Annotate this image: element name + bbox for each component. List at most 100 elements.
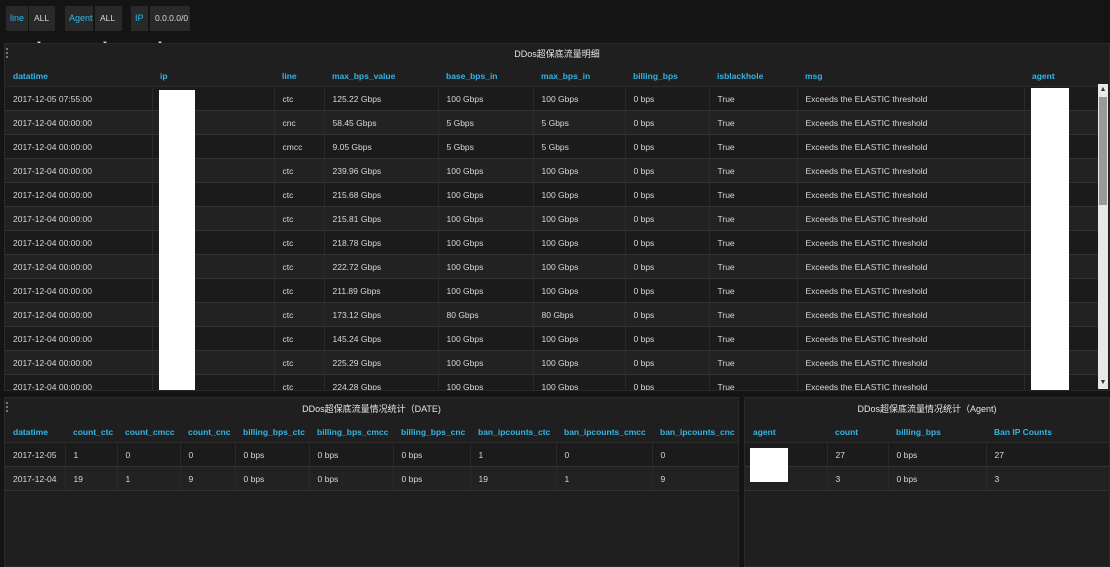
panel-stats-agent: DDos超保底流量情况统计（Agent) agent count billing_b… xyxy=(744,397,1110,567)
column-header-max-bps-value[interactable]: max_bps_value xyxy=(324,65,438,87)
column-header-agent[interactable]: agent xyxy=(745,421,827,443)
table-cell: 125.22 Gbps xyxy=(323,86,438,111)
table-cell: Exceeds the ELASTIC threshold xyxy=(796,374,1024,390)
table-cell: Exceeds the ELASTIC threshold xyxy=(796,110,1024,135)
variable-select-agent[interactable]: ALL▼ xyxy=(95,6,122,47)
table-cell: 145.24 Gbps xyxy=(323,326,438,351)
table-cell: 9 xyxy=(651,466,738,491)
variables-bar: line ALL▼ Agent ALL▼ IP 0.0.0.0/0▼ xyxy=(0,0,1110,47)
column-header-max-bps-in[interactable]: max_bps_in xyxy=(533,65,625,87)
table-cell: 0 bps xyxy=(624,206,709,231)
table-cell: ctc xyxy=(273,182,324,207)
column-header-count-cmcc[interactable]: count_cmcc xyxy=(117,421,180,443)
column-header-billing-bps-cnc[interactable]: billing_bps_cnc xyxy=(393,421,470,443)
table-cell: Exceeds the ELASTIC threshold xyxy=(796,206,1024,231)
table-cell: 2017-12-04 00:00:00 xyxy=(5,110,152,135)
column-header-billing-bps[interactable]: billing_bps xyxy=(888,421,986,443)
column-header-base-bps-in[interactable]: base_bps_in xyxy=(438,65,533,87)
table-cell: ctc xyxy=(273,374,324,390)
table-cell: 100 Gbps xyxy=(437,350,533,375)
table-header-row: datatime ip line max_bps_value base_bps_in ma… xyxy=(5,65,1099,87)
column-header-agent[interactable]: agent xyxy=(1024,65,1099,87)
column-header-ip[interactable]: ip xyxy=(152,65,274,87)
column-header-ban-ipcounts-cmcc[interactable]: ban_ipcounts_cmcc xyxy=(556,421,652,443)
column-header-billing-bps-cmcc[interactable]: billing_bps_cmcc xyxy=(309,421,393,443)
table-cell: 100 Gbps xyxy=(532,158,625,183)
table-cell: 27 xyxy=(826,442,888,467)
table-cell: 100 Gbps xyxy=(532,254,625,279)
table-cell: 2017-12-04 00:00:00 xyxy=(5,206,152,231)
table-cell: 0 bps xyxy=(624,254,709,279)
table-cell: 2017-12-04 xyxy=(5,466,65,491)
table-cell: 80 Gbps xyxy=(532,302,625,327)
column-header-isblackhole[interactable]: isblackhole xyxy=(709,65,797,87)
table-cell: 100 Gbps xyxy=(437,254,533,279)
variable-select-line[interactable]: ALL▼ xyxy=(29,6,55,47)
table-cell: Exceeds the ELASTIC threshold xyxy=(796,278,1024,303)
table-cell: 0 bps xyxy=(624,230,709,255)
table-cell: Exceeds the ELASTIC threshold xyxy=(796,134,1024,159)
chevron-down-icon[interactable]: ▼ xyxy=(1098,377,1108,389)
chevron-up-icon[interactable]: ▲ xyxy=(1098,84,1108,96)
scrollbar-thumb[interactable] xyxy=(1099,97,1107,205)
table-cell: 100 Gbps xyxy=(532,374,625,390)
table-cell: True xyxy=(708,254,797,279)
table-cell: 1 xyxy=(64,442,117,467)
table-cell: 173.12 Gbps xyxy=(323,302,438,327)
column-header-billing-bps[interactable]: billing_bps xyxy=(625,65,709,87)
table-cell: 80 Gbps xyxy=(437,302,533,327)
column-header-line[interactable]: line xyxy=(274,65,324,87)
panel-ddos-detail: DDos超保底流量明细 datatime ip line max_bps_value b… xyxy=(4,43,1110,391)
table-cell: 5 Gbps xyxy=(532,110,625,135)
table-cell: Exceeds the ELASTIC threshold xyxy=(796,350,1024,375)
table-cell: True xyxy=(708,278,797,303)
column-header-ban-ipcounts-ctc[interactable]: ban_ipcounts_ctc xyxy=(470,421,556,443)
table-cell: 215.81 Gbps xyxy=(323,206,438,231)
variable-select-ip[interactable]: 0.0.0.0/0▼ xyxy=(150,6,190,47)
table-cell: 2017-12-04 00:00:00 xyxy=(5,158,152,183)
table-row: 2017-12-05 1 0 0 0 bps 0 bps 0 bps 1 0 0 xyxy=(5,442,738,467)
table-cell: True xyxy=(708,158,797,183)
table-cell: 1 xyxy=(469,442,556,467)
table-cell: 0 bps xyxy=(624,182,709,207)
column-header-count-ctc[interactable]: count_ctc xyxy=(65,421,117,443)
table-cell: True xyxy=(708,134,797,159)
table-cell: 0 bps xyxy=(624,86,709,111)
column-header-datatime[interactable]: datatime xyxy=(5,65,152,87)
table-cell: 0 bps xyxy=(392,466,470,491)
column-header-billing-bps-ctc[interactable]: billing_bps_ctc xyxy=(235,421,309,443)
table-cell: 19 xyxy=(469,466,556,491)
table-cell: 3 xyxy=(985,466,1109,491)
table-cell: 0 xyxy=(555,442,652,467)
table-cell: 224.28 Gbps xyxy=(323,374,438,390)
redacted-agent-mask xyxy=(1031,88,1069,390)
table-cell: 0 bps xyxy=(308,466,393,491)
table-cell: ctc xyxy=(273,206,324,231)
table-cell: 3 xyxy=(826,466,888,491)
column-header-ban-ip-counts[interactable]: Ban IP Counts xyxy=(986,421,1109,443)
table-cell: 2017-12-04 00:00:00 xyxy=(5,230,152,255)
table-cell: ctc xyxy=(273,158,324,183)
table-cell: True xyxy=(708,302,797,327)
variable-label-agent: Agent xyxy=(65,6,93,31)
table-cell: 0 xyxy=(116,442,180,467)
table-cell: True xyxy=(708,110,797,135)
detail-scrollbar[interactable]: ▲ ▼ xyxy=(1098,84,1108,389)
column-header-count[interactable]: count xyxy=(827,421,888,443)
variable-value-line: ALL xyxy=(34,13,50,23)
table-cell: 100 Gbps xyxy=(532,230,625,255)
table-cell: 0 bps xyxy=(624,110,709,135)
table-cell: cnc xyxy=(273,110,324,135)
variable-label-ip: IP xyxy=(131,6,148,31)
table-cell: 218.78 Gbps xyxy=(323,230,438,255)
table-cell: 2017-12-04 00:00:00 xyxy=(5,182,152,207)
table-cell: 100 Gbps xyxy=(437,230,533,255)
column-header-msg[interactable]: msg xyxy=(797,65,1024,87)
column-header-datatime[interactable]: datatime xyxy=(5,421,65,443)
redacted-agent-mask xyxy=(750,448,788,482)
column-header-count-cnc[interactable]: count_cnc xyxy=(180,421,235,443)
table-cell: 0 bps xyxy=(624,350,709,375)
table-cell: 2017-12-04 00:00:00 xyxy=(5,374,152,390)
variable-value-ip: 0.0.0.0/0 xyxy=(155,13,189,23)
column-header-ban-ipcounts-cnc[interactable]: ban_ipcounts_cnc xyxy=(652,421,738,443)
